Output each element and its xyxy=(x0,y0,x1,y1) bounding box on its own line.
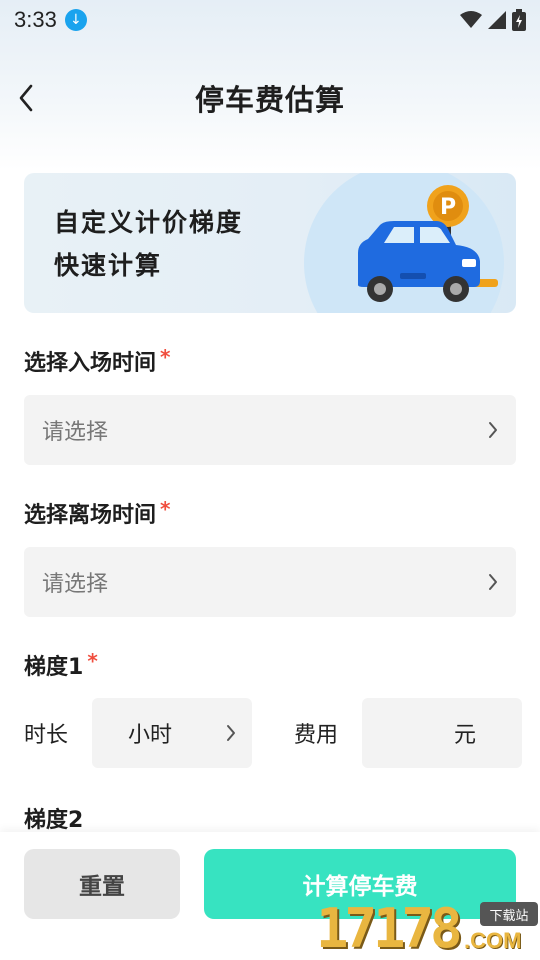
tier2-label: 梯度2 xyxy=(24,808,84,833)
duration-select[interactable]: 小时 xyxy=(92,698,252,768)
page-title: 停车费估算 xyxy=(194,83,345,117)
promo-banner: 自定义计价梯度 快速计算 P xyxy=(24,173,516,313)
chevron-right-icon xyxy=(227,725,235,741)
status-icons xyxy=(460,9,526,31)
fee-unit: 元 xyxy=(453,723,476,748)
exit-time-select[interactable]: 请选择 xyxy=(24,547,516,617)
exit-time-placeholder: 请选择 xyxy=(42,572,109,597)
status-time: 3:33 xyxy=(14,7,57,32)
watermark-logo: 17178 下载站 .COM xyxy=(316,900,538,958)
tier1-row: 时长 小时 费用 元 xyxy=(0,698,540,768)
required-mark: * xyxy=(160,345,171,369)
status-bar: 3:33 ↓ xyxy=(0,0,540,40)
signal-icon xyxy=(488,11,506,29)
entry-time-placeholder: 请选择 xyxy=(42,420,109,445)
banner-line2: 快速计算 xyxy=(54,251,163,280)
banner-text: 自定义计价梯度 快速计算 xyxy=(54,201,243,287)
exit-time-label: 选择离场时间 * xyxy=(24,497,170,529)
wifi-icon xyxy=(460,11,482,28)
duration-unit: 小时 xyxy=(128,723,173,748)
battery-icon xyxy=(512,9,526,31)
download-icon: ↓ xyxy=(64,9,87,31)
reset-button[interactable]: 重置 xyxy=(24,849,180,919)
fee-input[interactable]: 元 xyxy=(362,698,522,768)
watermark-number: 17178 xyxy=(316,897,463,960)
required-mark: * xyxy=(87,649,98,673)
back-button[interactable] xyxy=(10,82,42,114)
entry-time-label: 选择入场时间 * xyxy=(24,345,170,377)
banner-line1: 自定义计价梯度 xyxy=(54,208,244,237)
header: 停车费估算 xyxy=(0,68,540,128)
entry-time-select[interactable]: 请选择 xyxy=(24,395,516,465)
tier1-label: 梯度1 * xyxy=(24,649,98,681)
entry-time-label-text: 选择入场时间 xyxy=(24,351,157,376)
exit-time-label-text: 选择离场时间 xyxy=(24,503,157,528)
parking-sign-letter: P xyxy=(440,195,456,220)
chevron-right-icon xyxy=(489,574,497,590)
tier1-label-text: 梯度1 xyxy=(24,655,84,680)
required-mark: * xyxy=(160,497,171,521)
chevron-left-icon xyxy=(19,84,33,112)
chevron-right-icon xyxy=(489,422,497,438)
watermark-tag: 下载站 xyxy=(480,902,538,926)
car-parking-illustration: P xyxy=(358,185,498,302)
duration-label: 时长 xyxy=(24,723,69,748)
watermark-domain: .COM xyxy=(464,928,522,953)
fee-label: 费用 xyxy=(294,723,339,748)
